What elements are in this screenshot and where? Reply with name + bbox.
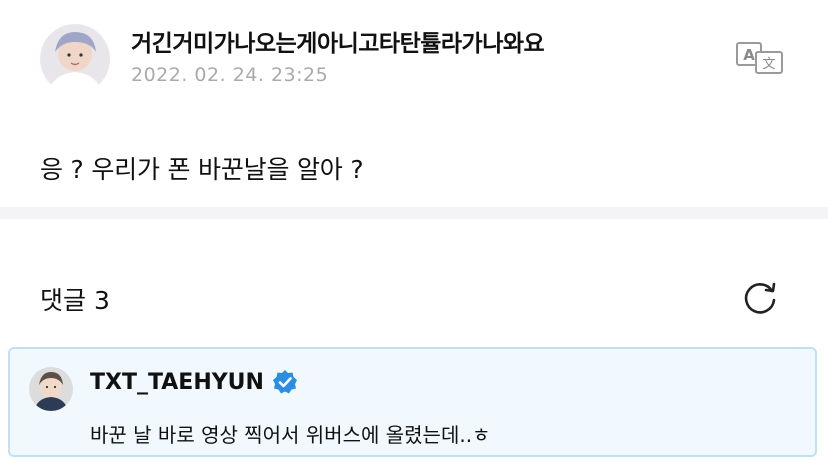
comment-author-avatar[interactable]	[29, 367, 73, 411]
author-avatar[interactable]	[40, 24, 110, 94]
refresh-button[interactable]	[739, 277, 781, 319]
svg-text:文: 文	[762, 57, 775, 72]
comment-text: 바꾼 날 바로 영상 찍어서 위버스에 올렸는데..ㅎ	[90, 423, 491, 447]
comment-author-name[interactable]: TXT_TAEHYUN	[90, 369, 298, 395]
section-divider	[0, 207, 828, 219]
post-body-text: 응 ? 우리가 폰 바꾼날을 알아 ?	[40, 155, 364, 184]
translate-button[interactable]: A 文	[734, 40, 786, 76]
author-name[interactable]: 거긴거미가나오는게아니고타탄튤라가나와요	[131, 24, 545, 58]
refresh-icon	[744, 282, 776, 314]
comments-header: 댓글 3	[0, 219, 828, 339]
post-date: 2022. 02. 24. 23:25	[131, 64, 329, 86]
verified-badge-icon	[272, 370, 297, 394]
comments-count: 댓글 3	[40, 286, 110, 315]
comment-item[interactable]: TXT_TAEHYUN 바꾼 날 바로 영상 찍어서 위버스에 올렸는데..ㅎ	[8, 347, 817, 457]
post-page: 거긴거미가나오는게아니고타탄튤라가나와요 2022. 02. 24. 23:25…	[0, 0, 828, 461]
post-header: 거긴거미가나오는게아니고타탄튤라가나와요 2022. 02. 24. 23:25…	[0, 0, 828, 110]
translate-icon: A 文	[736, 42, 783, 74]
svg-text:A: A	[743, 46, 755, 64]
comment-author-label: TXT_TAEHYUN	[90, 369, 264, 395]
